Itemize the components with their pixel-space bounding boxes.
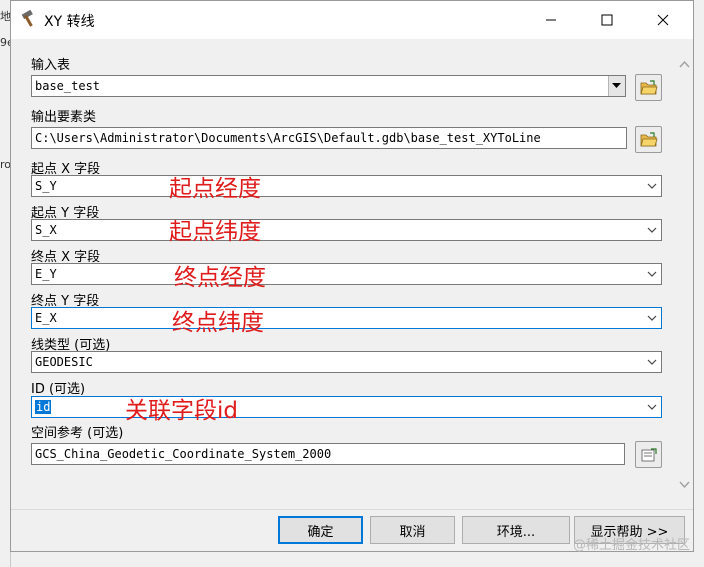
maximize-icon — [601, 14, 613, 26]
annotation-start-longitude: 起点经度 — [169, 176, 261, 202]
chevron-down-icon — [647, 359, 657, 365]
annotation-end-longitude: 终点经度 — [174, 265, 266, 291]
hammer-icon — [21, 9, 33, 27]
dropdown-arrow-icon — [612, 83, 621, 88]
cancel-button[interactable]: 取消 — [370, 516, 455, 544]
spatial-reference-value: GCS_China_Geodetic_Coordinate_System_200… — [35, 447, 332, 461]
vertical-scrollbar[interactable] — [676, 39, 693, 509]
line-type-value: GEODESIC — [35, 355, 93, 369]
environments-button[interactable]: 环境... — [462, 516, 570, 544]
line-type-combobox[interactable]: GEODESIC — [31, 351, 662, 373]
minimize-icon — [546, 19, 556, 21]
start-y-combobox[interactable]: S_X — [31, 219, 662, 241]
separator — [11, 509, 693, 510]
id-value: id — [35, 400, 52, 414]
annotation-join-field: 关联字段id — [125, 398, 238, 424]
output-features-input[interactable]: C:\Users\Administrator\Documents\ArcGIS\… — [31, 127, 627, 149]
watermark: @稀土掘金技术社区 — [572, 538, 690, 553]
title-bar: XY 转线 — [11, 1, 693, 39]
browse-input-button[interactable] — [635, 74, 662, 101]
output-features-value: C:\Users\Administrator\Documents\ArcGIS\… — [35, 131, 541, 145]
open-folder-icon — [639, 131, 658, 146]
chevron-down-icon — [647, 183, 657, 189]
start-x-combobox[interactable]: S_Y — [31, 175, 662, 197]
ok-button[interactable]: 确定 — [278, 516, 363, 544]
properties-icon — [641, 447, 657, 461]
input-table-value: base_test — [35, 79, 101, 93]
window-title: XY 转线 — [44, 14, 95, 30]
dropdown-button[interactable] — [608, 76, 625, 96]
chevron-down-icon — [647, 227, 657, 233]
close-icon — [657, 14, 669, 26]
scroll-up-icon[interactable] — [679, 59, 690, 70]
spatial-reference-properties-button[interactable] — [635, 441, 662, 468]
maximize-button[interactable] — [579, 1, 635, 39]
end-x-combobox[interactable]: E_Y — [31, 263, 662, 285]
annotation-end-latitude: 终点纬度 — [172, 310, 264, 336]
chevron-down-icon — [647, 315, 657, 321]
end-y-value: E_X — [35, 311, 57, 325]
close-button[interactable] — [635, 1, 691, 39]
input-table-label: 输入表 — [31, 58, 71, 73]
end-y-combobox[interactable]: E_X — [31, 307, 662, 329]
browse-output-button[interactable] — [635, 126, 662, 153]
xy-to-line-dialog: XY 转线 输入表 base_test 输出要素类 C:\Users\Admin… — [10, 0, 694, 552]
scroll-down-icon[interactable] — [679, 479, 690, 490]
start-x-value: S_Y — [35, 179, 57, 193]
minimize-button[interactable] — [523, 1, 579, 39]
chevron-down-icon — [647, 404, 657, 410]
end-x-value: E_Y — [35, 267, 57, 281]
input-table-combobox[interactable]: base_test — [31, 75, 626, 97]
spatial-reference-input[interactable]: GCS_China_Geodetic_Coordinate_System_200… — [31, 443, 625, 465]
id-label: ID (可选) — [31, 382, 86, 397]
open-folder-icon — [639, 79, 658, 94]
chevron-down-icon — [647, 271, 657, 277]
annotation-start-latitude: 起点纬度 — [169, 219, 261, 245]
output-features-label: 输出要素类 — [31, 110, 97, 125]
start-y-value: S_X — [35, 223, 57, 237]
spatial-reference-label: 空间参考 (可选) — [31, 426, 124, 441]
